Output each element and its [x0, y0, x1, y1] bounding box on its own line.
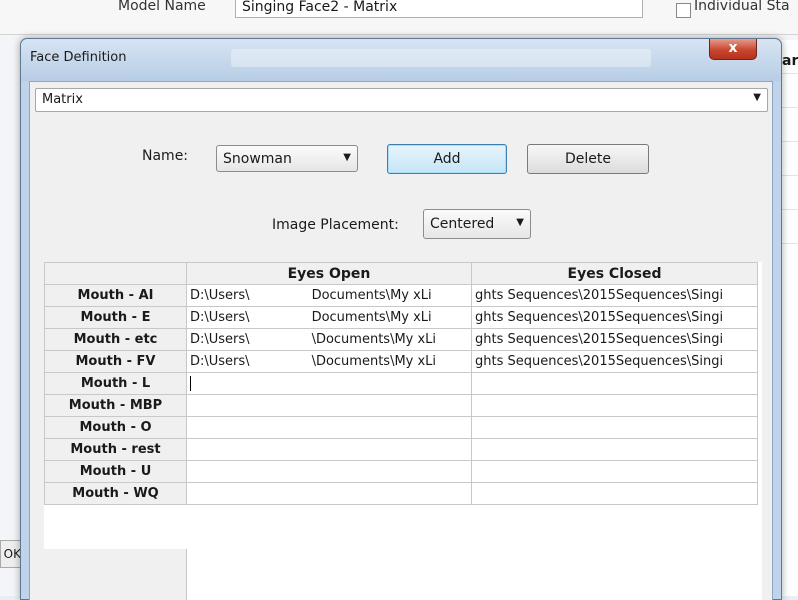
row-header[interactable]: Mouth - WQ — [44, 482, 187, 505]
eyes-closed-cell[interactable]: ghts Sequences\2015Sequences\Singi — [471, 350, 758, 373]
chevron-down-icon: ▼ — [343, 152, 351, 163]
dialog-titlebar[interactable]: Face Definition x — [21, 39, 781, 81]
eyes-closed-cell[interactable]: ghts Sequences\2015Sequences\Singi — [471, 284, 758, 307]
eyes-open-cell[interactable]: D:\Users\ Documents\My xLi — [186, 306, 472, 329]
grid-empty-area — [44, 549, 187, 600]
eyes-closed-cell[interactable] — [471, 416, 758, 439]
face-definition-dialog: Face Definition x Matrix ▼ Name: Snowman… — [20, 38, 782, 600]
eyes-closed-cell[interactable] — [471, 482, 758, 505]
row-header[interactable]: Mouth - etc — [44, 328, 187, 351]
close-icon: x — [728, 40, 738, 56]
eyes-closed-cell[interactable] — [471, 438, 758, 461]
eyes-open-cell-editing[interactable] — [186, 372, 472, 395]
eyes-closed-cell[interactable] — [471, 394, 758, 417]
eyes-open-cell[interactable] — [186, 438, 472, 461]
delete-button[interactable]: Delete — [527, 144, 649, 174]
table-row: Mouth - FV D:\Users\ \Documents\My xLi gh… — [44, 350, 758, 373]
model-name-field[interactable]: Singing Face2 - Matrix — [235, 0, 643, 18]
table-row: Mouth - etc D:\Users\ \Documents\My xLi g… — [44, 328, 758, 351]
model-name-label: Model Name — [118, 0, 206, 14]
row-header[interactable]: Mouth - AI — [44, 284, 187, 307]
name-select[interactable]: Snowman ▼ — [216, 145, 358, 172]
close-button[interactable]: x — [709, 39, 757, 60]
table-row: Mouth - O — [44, 416, 758, 439]
eyes-open-cell[interactable] — [186, 416, 472, 439]
eyes-closed-cell[interactable]: ghts Sequences\2015Sequences\Singi — [471, 306, 758, 329]
grid-corner-header — [44, 262, 187, 285]
table-row: Mouth - U — [44, 460, 758, 483]
row-header[interactable]: Mouth - E — [44, 306, 187, 329]
text-caret — [190, 376, 191, 391]
face-type-select[interactable]: Matrix ▼ — [35, 88, 768, 112]
row-header[interactable]: Mouth - FV — [44, 350, 187, 373]
add-button[interactable]: Add — [387, 144, 507, 174]
table-row: Mouth - AI D:\Users\ Documents\My xLi ght… — [44, 284, 758, 307]
eyes-closed-header[interactable]: Eyes Closed — [471, 262, 758, 285]
row-header[interactable]: Mouth - MBP — [44, 394, 187, 417]
dialog-body: Matrix ▼ Name: Snowman ▼ Add Delete Imag… — [29, 81, 773, 600]
image-placement-select[interactable]: Centered ▼ — [423, 209, 531, 239]
chevron-down-icon: ▼ — [516, 217, 524, 228]
individual-checkbox[interactable] — [676, 3, 691, 18]
dialog-title: Face Definition — [30, 50, 127, 65]
eyes-closed-cell[interactable] — [471, 372, 758, 395]
table-row: Mouth - MBP — [44, 394, 758, 417]
face-grid: Eyes Open Eyes Closed Mouth - AI D:\User… — [44, 262, 758, 505]
eyes-open-cell[interactable] — [186, 482, 472, 505]
image-placement-value: Centered — [430, 216, 495, 232]
name-value: Snowman — [223, 151, 292, 167]
row-header[interactable]: Mouth - L — [44, 372, 187, 395]
eyes-open-header[interactable]: Eyes Open — [186, 262, 472, 285]
eyes-open-cell[interactable]: D:\Users\ Documents\My xLi — [186, 284, 472, 307]
table-row: Mouth - L — [44, 372, 758, 395]
background-right-text: ar — [782, 53, 798, 69]
table-row: Mouth - E D:\Users\ Documents\My xLi ghts… — [44, 306, 758, 329]
eyes-closed-cell[interactable] — [471, 460, 758, 483]
chevron-down-icon: ▼ — [753, 92, 761, 103]
background-toolbar: Model Name Singing Face2 - Matrix Indivi… — [0, 0, 798, 35]
eyes-open-cell[interactable]: D:\Users\ \Documents\My xLi — [186, 328, 472, 351]
image-placement-label: Image Placement: — [272, 217, 399, 233]
table-row: Mouth - WQ — [44, 482, 758, 505]
eyes-open-cell[interactable]: D:\Users\ \Documents\My xLi — [186, 350, 472, 373]
row-header[interactable]: Mouth - U — [44, 460, 187, 483]
eyes-closed-cell[interactable]: ghts Sequences\2015Sequences\Singi — [471, 328, 758, 351]
name-label: Name: — [142, 148, 189, 164]
individual-checkbox-label: Individual Sta — [694, 0, 790, 14]
row-header[interactable]: Mouth - rest — [44, 438, 187, 461]
face-grid-area: Eyes Open Eyes Closed Mouth - AI D:\User… — [44, 262, 762, 600]
eyes-open-cell[interactable] — [186, 460, 472, 483]
table-row: Mouth - rest — [44, 438, 758, 461]
eyes-open-cell[interactable] — [186, 394, 472, 417]
background-ok-button[interactable]: OK — [0, 540, 22, 568]
face-type-value: Matrix — [42, 92, 83, 107]
grid-header-row: Eyes Open Eyes Closed — [44, 262, 758, 285]
row-header[interactable]: Mouth - O — [44, 416, 187, 439]
